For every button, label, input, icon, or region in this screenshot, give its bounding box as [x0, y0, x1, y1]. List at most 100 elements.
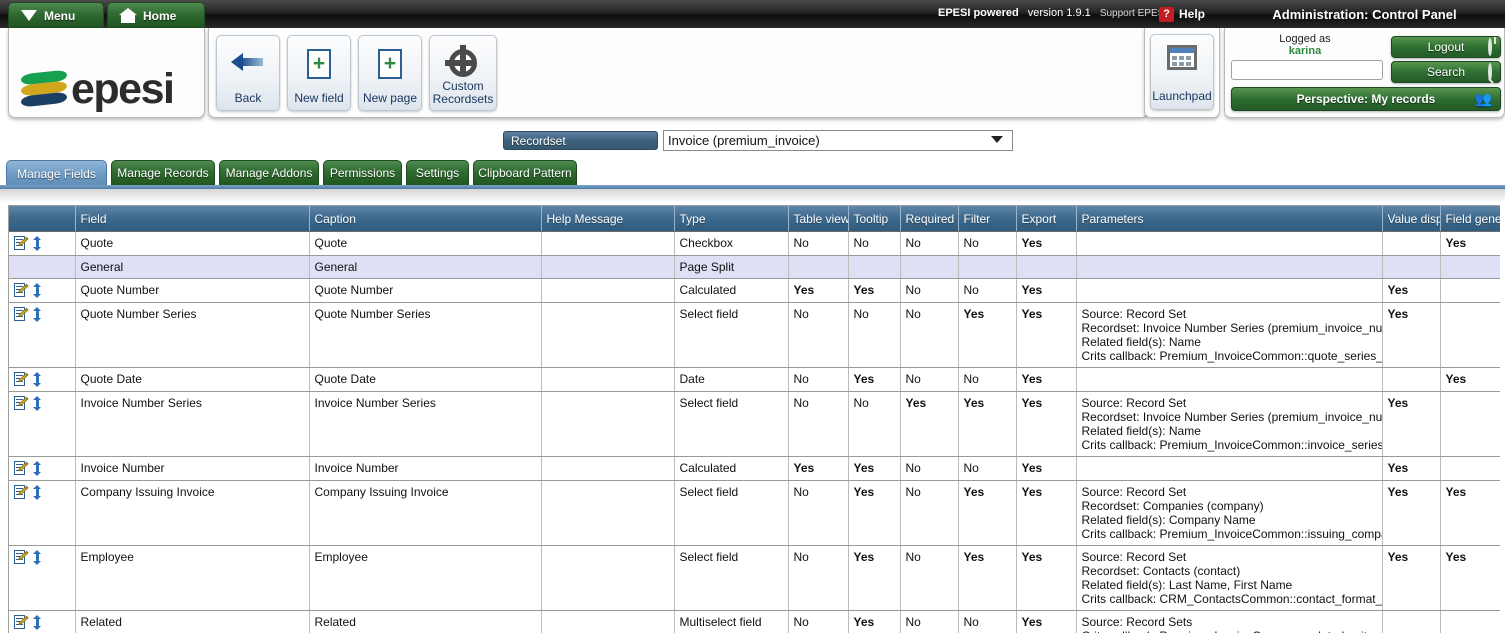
table-row[interactable]: Company Issuing InvoiceCompany Issuing I…	[9, 480, 1500, 545]
tab-manage-fields[interactable]: Manage Fields	[6, 160, 107, 187]
move-updown-icon[interactable]	[33, 461, 42, 476]
custom-recordsets-button[interactable]: Custom Recordsets	[429, 35, 497, 111]
epesi-layers-icon	[21, 70, 67, 108]
edit-icon[interactable]	[14, 550, 28, 565]
cell-field: General	[75, 255, 309, 278]
column-header-tooltip[interactable]: Tooltip	[848, 206, 900, 231]
column-header-help-message[interactable]: Help Message	[541, 206, 674, 231]
column-header-field-gener[interactable]: Field gener	[1440, 206, 1500, 231]
logged-as-label: Logged as	[1225, 33, 1385, 45]
tab-label: Permissions	[330, 166, 395, 180]
new-page-label: New page	[359, 92, 421, 104]
table-row[interactable]: RelatedRelatedMultiselect fieldNoYesNoNo…	[9, 610, 1500, 633]
cell-help-message	[541, 278, 674, 302]
cell-field: Employee	[75, 545, 309, 610]
cell-field-generated	[1440, 456, 1500, 480]
table-row[interactable]: Invoice NumberInvoice NumberCalculatedYe…	[9, 456, 1500, 480]
cell-parameters: Source: Record SetRecordset: Companies (…	[1076, 480, 1382, 545]
row-actions	[9, 545, 75, 610]
tab-clipboard-pattern[interactable]: Clipboard Pattern	[473, 160, 577, 185]
edit-icon[interactable]	[14, 396, 28, 411]
tab-manage-records[interactable]: Manage Records	[111, 160, 215, 185]
cell-required: No	[900, 278, 958, 302]
back-button[interactable]: Back	[216, 35, 280, 111]
parameter-line: Source: Record Set	[1082, 396, 1378, 410]
search-input[interactable]	[1231, 60, 1383, 80]
row-actions	[9, 610, 75, 633]
cell-type: Date	[674, 367, 788, 391]
cell-parameters: Source: Record SetsCrits callback: Premi…	[1076, 610, 1382, 633]
edit-icon[interactable]	[14, 236, 28, 251]
epesi-logo[interactable]: epesi	[21, 70, 173, 108]
column-header-type[interactable]: Type	[674, 206, 788, 231]
cell-help-message	[541, 255, 674, 278]
new-field-button[interactable]: New field	[287, 35, 351, 111]
new-page-button[interactable]: New page	[358, 35, 422, 111]
cell-required: No	[900, 610, 958, 633]
recordset-select[interactable]: Invoice (premium_invoice)	[663, 130, 1013, 151]
menu-button[interactable]: Menu	[8, 2, 104, 28]
cell-type: Select field	[674, 302, 788, 367]
parameter-line: Crits callback: Premium_InvoiceCommon::i…	[1082, 527, 1378, 541]
edit-icon[interactable]	[14, 615, 28, 630]
gear-icon	[449, 49, 477, 77]
cell-type: Checkbox	[674, 231, 788, 255]
cell-help-message	[541, 610, 674, 633]
move-updown-icon[interactable]	[33, 283, 42, 298]
table-row[interactable]: Quote Number SeriesQuote Number SeriesSe…	[9, 302, 1500, 367]
edit-icon[interactable]	[14, 283, 28, 298]
cell-export: Yes	[1016, 545, 1076, 610]
cell-tooltip	[848, 255, 900, 278]
tab-settings[interactable]: Settings	[406, 160, 469, 185]
home-icon	[120, 9, 136, 23]
help-button[interactable]: ? Help	[1144, 0, 1220, 28]
launchpad-button[interactable]: Launchpad	[1150, 34, 1214, 110]
table-row[interactable]: Quote NumberQuote NumberCalculatedYesYes…	[9, 278, 1500, 302]
table-row[interactable]: GeneralGeneralPage Split	[9, 255, 1500, 278]
move-updown-icon[interactable]	[33, 550, 42, 565]
move-updown-icon[interactable]	[33, 372, 42, 387]
column-header-field[interactable]: Field	[75, 206, 309, 231]
tab-label: Clipboard Pattern	[478, 166, 571, 180]
cell-table-view: No	[788, 545, 848, 610]
move-updown-icon[interactable]	[33, 307, 42, 322]
column-header-filter[interactable]: Filter	[958, 206, 1016, 231]
table-row[interactable]: QuoteQuoteCheckboxNoNoNoNoYesYes	[9, 231, 1500, 255]
logged-as-block: Logged as karina	[1225, 33, 1385, 57]
search-button[interactable]: Search	[1391, 61, 1501, 83]
page-title: Administration: Control Panel	[1224, 0, 1505, 28]
logout-button[interactable]: Logout	[1391, 36, 1501, 58]
edit-icon[interactable]	[14, 461, 28, 476]
edit-icon[interactable]	[14, 372, 28, 387]
column-header-required[interactable]: Required	[900, 206, 958, 231]
move-updown-icon[interactable]	[33, 615, 42, 630]
table-row[interactable]: Quote DateQuote DateDateNoYesNoNoYesYes	[9, 367, 1500, 391]
column-header-actions[interactable]	[9, 206, 75, 231]
column-header-parameters[interactable]: Parameters	[1076, 206, 1382, 231]
epesi-meta: EPESI powered version 1.9.1 Support EPES…	[938, 7, 1170, 19]
edit-icon[interactable]	[14, 307, 28, 322]
cell-filter: No	[958, 610, 1016, 633]
cell-parameters	[1076, 367, 1382, 391]
column-header-caption[interactable]: Caption	[309, 206, 541, 231]
tab-permissions[interactable]: Permissions	[323, 160, 402, 185]
home-button[interactable]: Home	[107, 2, 205, 28]
cell-caption: Company Issuing Invoice	[309, 480, 541, 545]
cell-help-message	[541, 480, 674, 545]
row-actions	[9, 391, 75, 456]
edit-icon[interactable]	[14, 485, 28, 500]
cell-required: No	[900, 480, 958, 545]
table-row[interactable]: EmployeeEmployeeSelect fieldNoYesNoYesYe…	[9, 545, 1500, 610]
move-updown-icon[interactable]	[33, 236, 42, 251]
move-updown-icon[interactable]	[33, 396, 42, 411]
user-panel: Logged as karina Logout Search Perspecti…	[1224, 28, 1505, 118]
column-header-value-displ[interactable]: Value displ	[1382, 206, 1440, 231]
cell-tooltip: No	[848, 391, 900, 456]
perspective-button[interactable]: Perspective: My records 👥	[1231, 87, 1501, 111]
column-header-table-view[interactable]: Table view	[788, 206, 848, 231]
column-header-export[interactable]: Export	[1016, 206, 1076, 231]
table-row[interactable]: Invoice Number SeriesInvoice Number Seri…	[9, 391, 1500, 456]
move-updown-icon[interactable]	[33, 485, 42, 500]
menu-label: Menu	[44, 9, 75, 23]
tab-manage-addons[interactable]: Manage Addons	[219, 160, 319, 185]
